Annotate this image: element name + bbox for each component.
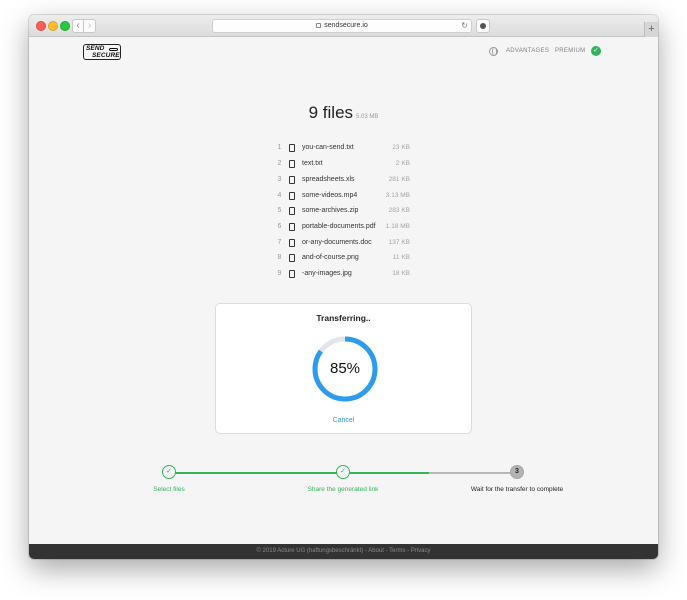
globe-icon[interactable] [489, 47, 498, 56]
file-name: portable-documents.pdf [302, 223, 376, 230]
file-size: 283 KB [388, 207, 410, 214]
reload-icon[interactable]: ↻ [461, 20, 468, 32]
url-text: sendsecure.io [324, 22, 368, 29]
address-bar[interactable]: sendsecure.io ↻ [212, 19, 472, 33]
file-index: 5 [277, 207, 282, 214]
file-index: 8 [277, 254, 282, 261]
premium-check-icon: ✓ [591, 46, 601, 56]
file-size: 1.18 MB [385, 223, 410, 230]
file-name: or-any-documents.doc [302, 239, 372, 246]
step-2-check-icon: ✓ [336, 465, 350, 479]
file-list-item: 5 some-archives.zip 283 KB [276, 205, 410, 217]
file-size: 23 KB [392, 144, 410, 151]
file-list-item: 8 and-of-course.png 11 KB [276, 252, 410, 264]
file-name: some-archives.zip [302, 207, 359, 214]
file-icon [289, 176, 295, 184]
progress-percent: 85% [329, 360, 361, 377]
forward-button[interactable]: › [84, 19, 96, 33]
file-index: 4 [277, 192, 282, 199]
transfer-card: Transferring.. 85% Cancel [215, 303, 472, 434]
file-index: 2 [277, 160, 282, 167]
transfer-title: Transferring.. [316, 313, 371, 323]
file-name: spreadsheets.xls [302, 176, 355, 183]
cancel-button[interactable]: Cancel [216, 417, 471, 424]
step-3-indicator: 3 [510, 465, 524, 479]
file-list-item: 1 you-can-send.txt 23 KB [276, 142, 410, 154]
file-size: 2 KB [395, 160, 410, 167]
step-1-label: Select files [153, 486, 185, 493]
downloads-button[interactable] [476, 19, 490, 33]
file-index: 7 [277, 239, 282, 246]
site-logo[interactable]: SEND SECURE [83, 44, 121, 60]
file-icon [289, 160, 295, 168]
file-name: you-can-send.txt [302, 144, 354, 151]
plus-icon: + [648, 23, 655, 35]
maximize-window-button[interactable] [60, 21, 70, 31]
site-footer: © 2019 Acture UG (haftungsbeschränkt) - … [29, 544, 658, 559]
file-index: 6 [277, 223, 282, 230]
step-2-label: Share the generated link [307, 486, 379, 493]
download-icon [480, 23, 486, 29]
step-connector-pending [429, 472, 515, 474]
file-list-item: 6 portable-documents.pdf 1.18 MB [276, 221, 410, 233]
back-button[interactable]: ‹ [72, 19, 84, 33]
file-size: 18 KB [392, 270, 410, 277]
files-summary-title: 9 files 5.03 MB [29, 103, 658, 123]
files-total-size: 5.03 MB [356, 114, 379, 120]
lock-icon [316, 22, 322, 28]
close-window-button[interactable] [36, 21, 46, 31]
step-3-label: Wait for the transfer to complete [470, 486, 564, 493]
file-icon [289, 239, 295, 247]
browser-toolbar: ‹ › sendsecure.io ↻ + [29, 15, 658, 37]
step-connector-complete [175, 472, 342, 474]
file-size: 11 KB [392, 254, 410, 261]
file-size: 281 KB [388, 176, 410, 183]
file-name: text.txt [302, 160, 323, 167]
file-name: -any-images.jpg [302, 270, 352, 277]
key-icon [109, 48, 118, 51]
step-connector-complete [349, 472, 429, 474]
file-list-item: 3 spreadsheets.xls 281 KB [276, 174, 410, 186]
file-index: 3 [277, 176, 282, 183]
file-name: some-videos.mp4 [302, 192, 358, 199]
file-icon [289, 223, 295, 231]
minimize-window-button[interactable] [48, 21, 58, 31]
step-1-check-icon: ✓ [162, 465, 176, 479]
chevron-right-icon: › [87, 20, 92, 31]
file-index: 1 [277, 144, 282, 151]
file-icon [289, 254, 295, 262]
file-size: 137 KB [388, 239, 410, 246]
file-list-item: 2 text.txt 2 KB [276, 158, 410, 170]
file-icon [289, 192, 295, 200]
file-icon [289, 207, 295, 215]
browser-window: ‹ › sendsecure.io ↻ + SEND SECURE ADVANT… [29, 15, 658, 559]
file-list-item: 4 some-videos.mp4 3.13 MB [276, 190, 410, 202]
file-index: 9 [277, 270, 282, 277]
file-icon [289, 144, 295, 152]
file-list-item: 7 or-any-documents.doc 137 KB [276, 237, 410, 249]
files-count: 9 files [308, 103, 354, 122]
logo-text-secure: SECURE [92, 51, 120, 59]
file-icon [289, 270, 295, 278]
new-tab-button[interactable]: + [644, 22, 658, 37]
nav-premium-link[interactable]: PREMIUM [555, 48, 585, 54]
file-list-item: 9 -any-images.jpg 18 KB [276, 268, 410, 280]
file-name: and-of-course.png [302, 254, 359, 261]
file-size: 3.13 MB [385, 192, 410, 199]
nav-advantages-link[interactable]: ADVANTAGES [506, 48, 549, 54]
chevron-left-icon: ‹ [76, 20, 80, 31]
